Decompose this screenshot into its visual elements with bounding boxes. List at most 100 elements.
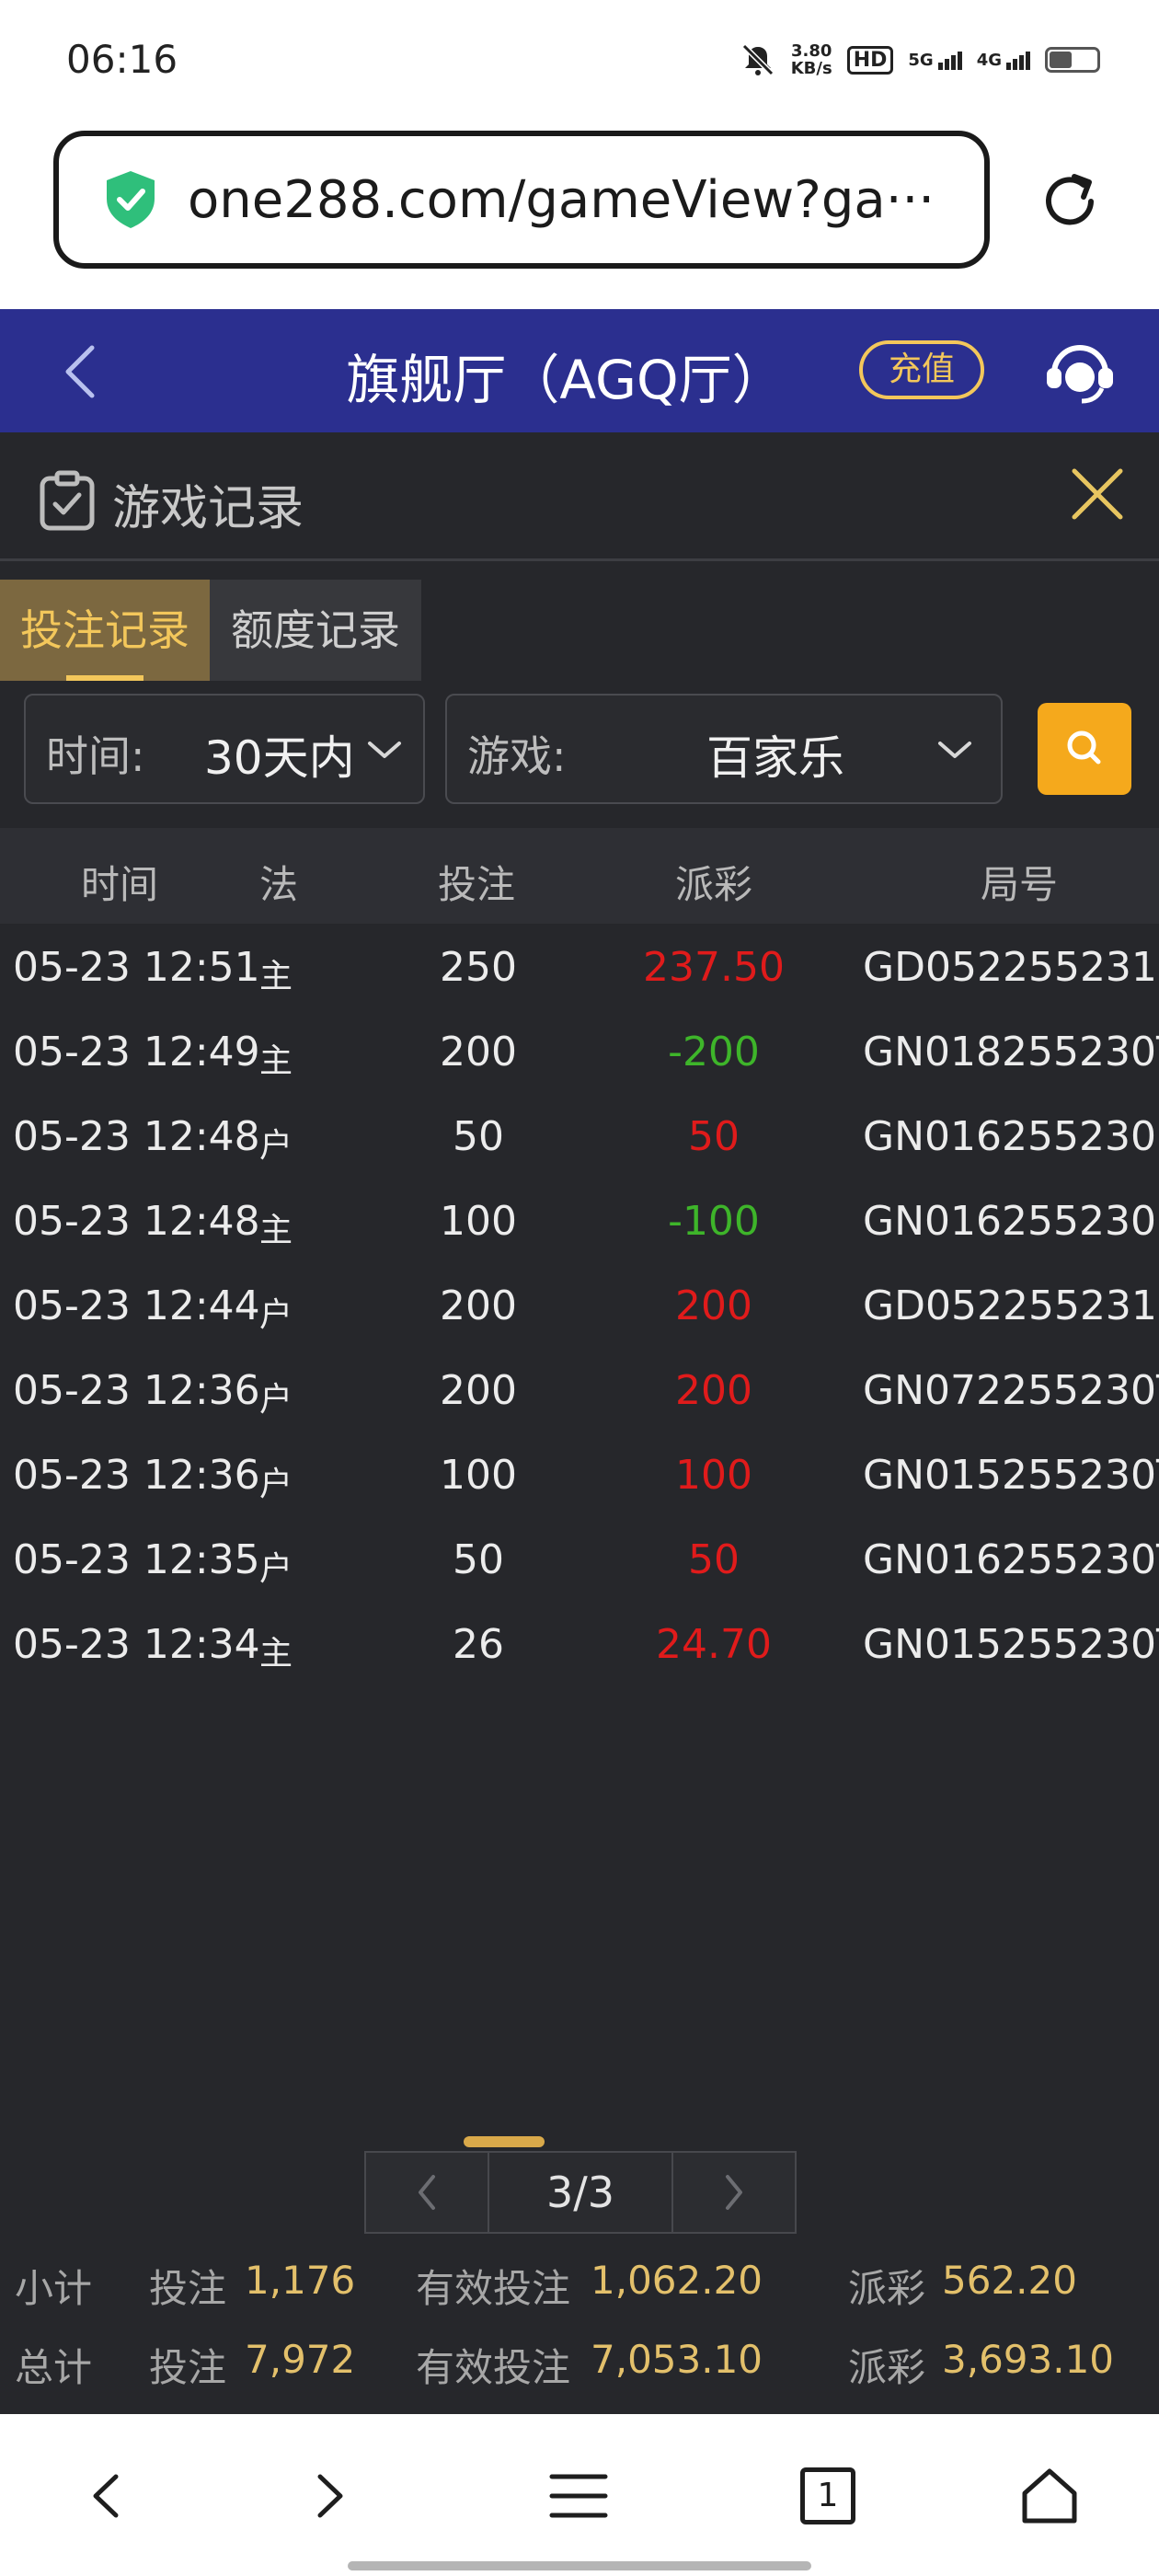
- active-tab-indicator: [66, 675, 143, 681]
- total-bet-label: 投注: [149, 2345, 227, 2390]
- cell-bet: 200: [440, 1282, 517, 1329]
- menu-icon[interactable]: [546, 2464, 611, 2528]
- status-bar: 06:16 3.80 KB/s HD 5G 4G: [0, 0, 1159, 121]
- record-clipboard-icon: [40, 470, 95, 531]
- cell-round-id: GN016255230U: [863, 1113, 1159, 1160]
- cell-bet: 200: [440, 1367, 517, 1414]
- tab-credit-records[interactable]: 额度记录: [210, 580, 421, 681]
- search-button[interactable]: [1038, 703, 1131, 795]
- cell-payout: 100: [675, 1452, 752, 1499]
- reload-icon[interactable]: [1038, 169, 1102, 234]
- cell-play: 户: [259, 1550, 293, 1588]
- cell-round-id: GN015255230TC: [863, 1452, 1159, 1499]
- tab-bet-records[interactable]: 投注记录: [0, 580, 210, 681]
- cell-bet: 100: [440, 1452, 517, 1499]
- app-header: 旗舰厅（AGQ厅） 充值: [0, 309, 1159, 432]
- cell-payout: 50: [688, 1113, 740, 1160]
- cell-bet: 50: [453, 1536, 504, 1583]
- table-row: 05-23 12:48 户 50 50 GN016255230U: [0, 1093, 1159, 1178]
- signal-5g: 5G: [908, 50, 962, 70]
- total-bet-value: 7,972: [245, 2337, 356, 2382]
- total-payout-value: 3,693.10: [942, 2337, 1115, 2382]
- browser-bottom-nav: 1: [0, 2414, 1159, 2576]
- secure-shield-icon: [107, 171, 155, 228]
- cell-payout: -200: [668, 1029, 760, 1075]
- subtotal-payout-label: 派彩: [848, 2266, 926, 2311]
- cell-time: 05-23 12:35: [13, 1536, 260, 1583]
- chevron-down-icon: [368, 742, 401, 758]
- cell-payout: -100: [668, 1198, 760, 1245]
- cell-payout: 50: [688, 1536, 740, 1583]
- cell-bet: 50: [453, 1113, 504, 1160]
- tabs-count-button[interactable]: 1: [800, 2467, 855, 2524]
- battery-icon: [1045, 47, 1100, 73]
- chevron-down-icon: [938, 742, 971, 758]
- subtotal-bet-label: 投注: [149, 2266, 227, 2311]
- col-header-payout: 派彩: [675, 862, 753, 907]
- cell-round-id: GD0522552313L: [863, 944, 1159, 991]
- total-label: 总计: [15, 2345, 93, 2390]
- status-time: 06:16: [66, 37, 178, 82]
- cell-time: 05-23 12:48: [13, 1113, 260, 1160]
- chevron-right-icon: [726, 2175, 742, 2210]
- customer-service-icon[interactable]: [1041, 335, 1119, 408]
- scroll-handle[interactable]: [464, 2136, 545, 2147]
- table-row: 05-23 12:34 主 26 24.70 GN015255230TI: [0, 1601, 1159, 1685]
- close-icon[interactable]: [1067, 458, 1128, 532]
- subtotal-payout-value: 562.20: [942, 2258, 1077, 2303]
- col-header-play: 法: [259, 862, 299, 907]
- game-filter-select[interactable]: 游戏: 百家乐: [445, 694, 1003, 804]
- cell-play: 户: [259, 1381, 293, 1419]
- search-icon: [1067, 730, 1101, 765]
- signal-4g: 4G: [977, 51, 1030, 70]
- cell-time: 05-23 12:34: [13, 1621, 260, 1668]
- tab-credit-records-label: 额度记录: [231, 605, 400, 655]
- col-header-round-id: 局号: [981, 862, 1059, 907]
- cell-round-id: GN072255230T: [863, 1367, 1159, 1414]
- pagination: 3/3: [364, 2151, 797, 2234]
- home-icon[interactable]: [1017, 2464, 1082, 2528]
- cell-bet: 26: [453, 1621, 504, 1668]
- time-filter-label: 时间:: [46, 731, 145, 781]
- game-filter-value: 百家乐: [706, 731, 844, 785]
- url-field[interactable]: one288.com/gameView?ga···: [53, 131, 990, 269]
- browser-back-icon[interactable]: [75, 2464, 140, 2528]
- cell-play: 主: [259, 1042, 293, 1080]
- total-valid-bet-label: 有效投注: [416, 2345, 571, 2390]
- cell-payout: 200: [675, 1282, 752, 1329]
- signal-5g-label: 5G: [908, 50, 934, 70]
- records-panel-header: 游戏记录: [0, 432, 1159, 561]
- cell-payout: 237.50: [643, 944, 785, 991]
- next-page-button[interactable]: [673, 2153, 795, 2232]
- table-row: 05-23 12:49 主 200 -200 GN018255230T: [0, 1008, 1159, 1093]
- table-row: 05-23 12:36 户 200 200 GN072255230T: [0, 1347, 1159, 1432]
- cell-play: 主: [259, 1212, 293, 1249]
- time-filter-select[interactable]: 时间: 30天内: [24, 694, 425, 804]
- table-row: 05-23 12:35 户 50 50 GN016255230TN: [0, 1516, 1159, 1601]
- prev-page-button[interactable]: [366, 2153, 488, 2232]
- total-payout-label: 派彩: [848, 2345, 926, 2390]
- browser-forward-icon[interactable]: [296, 2464, 361, 2528]
- subtotal-valid-bet-value: 1,062.20: [591, 2258, 763, 2303]
- record-tabs: 投注记录 额度记录: [0, 580, 421, 681]
- cell-time: 05-23 12:49: [13, 1029, 260, 1075]
- cell-round-id: GN015255230TI: [863, 1621, 1159, 1668]
- cell-payout: 200: [675, 1367, 752, 1414]
- cell-time: 05-23 12:36: [13, 1367, 260, 1414]
- total-valid-bet-value: 7,053.10: [591, 2337, 763, 2382]
- subtotal-label: 小计: [15, 2266, 93, 2311]
- status-icons: 3.80 KB/s HD 5G 4G: [740, 37, 1100, 83]
- cell-round-id: GN018255230T: [863, 1029, 1159, 1075]
- home-indicator[interactable]: [348, 2561, 811, 2570]
- cell-round-id: GD0522552313A: [863, 1282, 1159, 1329]
- cell-play: 主: [259, 1635, 293, 1673]
- cell-bet: 200: [440, 1029, 517, 1075]
- game-filter-label: 游戏:: [467, 731, 567, 781]
- cell-round-id: GN016255230TN: [863, 1536, 1159, 1583]
- cell-time: 05-23 12:44: [13, 1282, 260, 1329]
- recharge-button[interactable]: 充值: [859, 340, 984, 399]
- table-row: 05-23 12:48 主 100 -100 GN016255230U: [0, 1178, 1159, 1262]
- cell-play: 户: [259, 1127, 293, 1165]
- cell-play: 户: [259, 1466, 293, 1503]
- col-header-time: 时间: [81, 862, 159, 907]
